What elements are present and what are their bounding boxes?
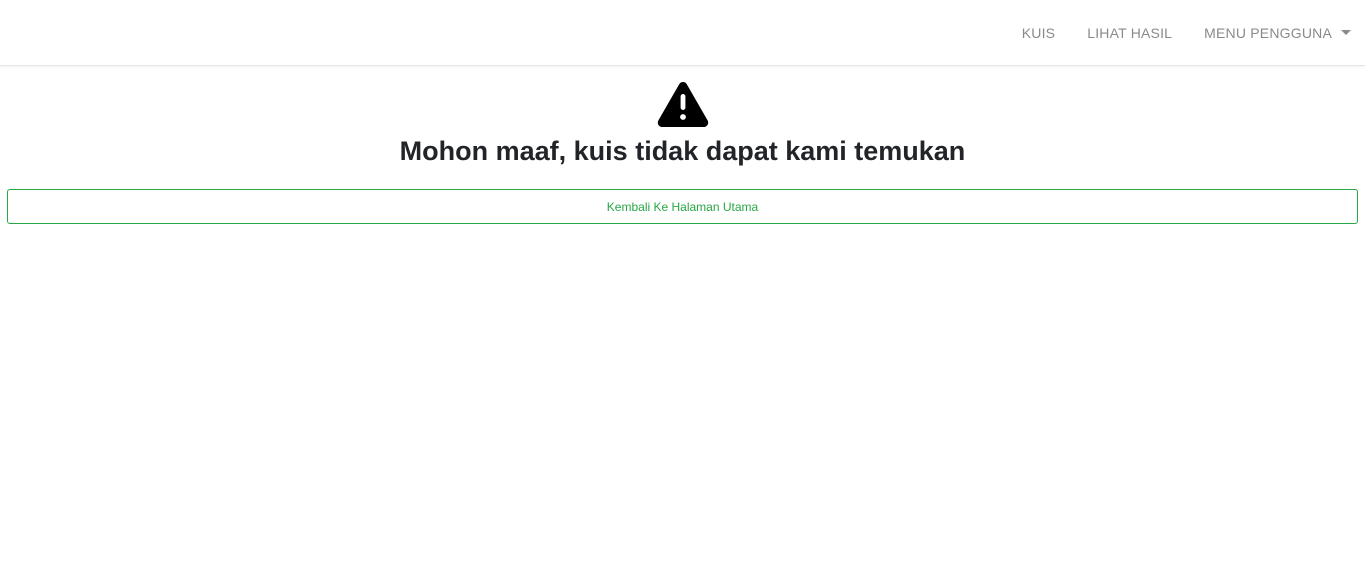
nav-links: KUIS LIHAT HASIL MENU PENGGUNA [1006,0,1351,66]
nav-link-lihat-hasil[interactable]: LIHAT HASIL [1071,25,1188,41]
menu-pengguna-dropdown[interactable]: MENU PENGGUNA [1188,25,1351,41]
nav-link-kuis-label: KUIS [1021,25,1056,41]
menu-pengguna-label: MENU PENGGUNA [1204,25,1332,41]
top-navbar: KUIS LIHAT HASIL MENU PENGGUNA [0,0,1365,66]
caret-down-icon [1341,29,1351,35]
error-title: Mohon maaf, kuis tidak dapat kami temuka… [399,136,966,166]
nav-link-kuis[interactable]: KUIS [1006,25,1071,41]
nav-link-lihat-hasil-label: LIHAT HASIL [1087,25,1173,41]
back-to-home-button[interactable]: Kembali Ke Halaman Utama [7,189,1358,224]
warning-triangle-icon [657,82,708,127]
main-content: Mohon maaf, kuis tidak dapat kami temuka… [0,66,1365,224]
